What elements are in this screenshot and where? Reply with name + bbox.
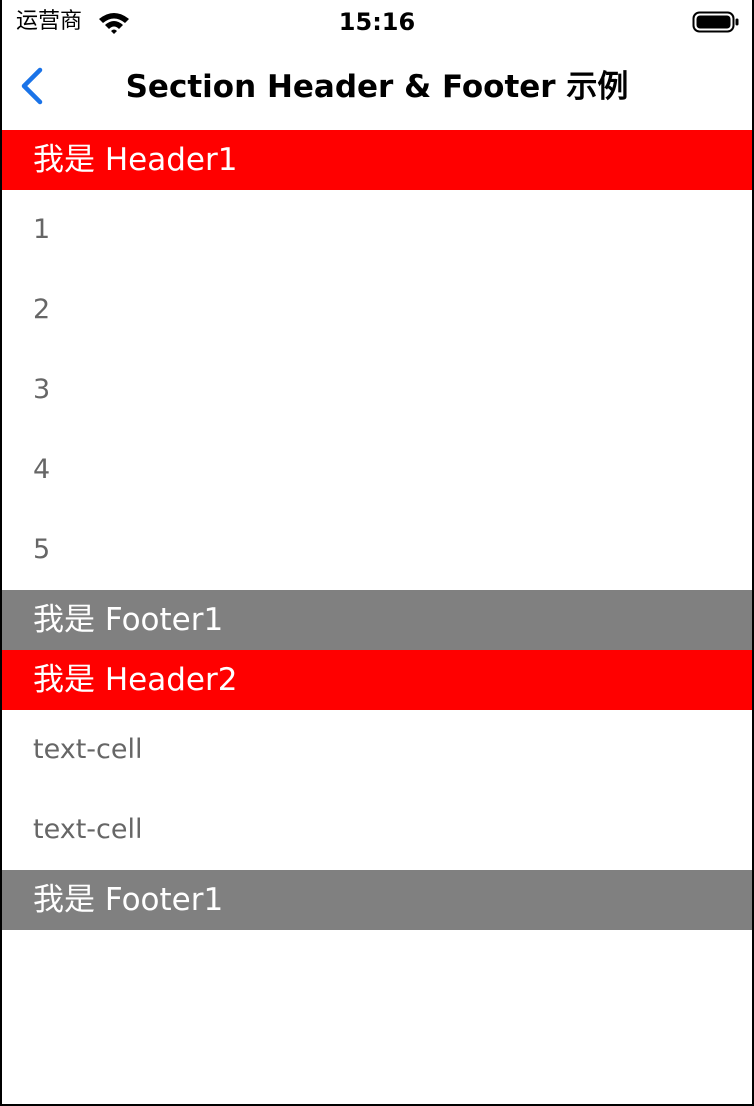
list-item[interactable]: 1 [2, 190, 752, 270]
section-header: 我是 Header2 [2, 650, 752, 710]
list-item[interactable]: 3 [2, 350, 752, 430]
app-screen: 运营商 15:16 Section Header & Footer 示例 我是 … [2, 0, 752, 1104]
page-title: Section Header & Footer 示例 [125, 69, 629, 105]
battery-icon [692, 10, 740, 34]
section-footer: 我是 Footer1 [2, 590, 752, 650]
navigation-bar: Section Header & Footer 示例 [2, 44, 752, 130]
list-item[interactable]: text-cell [2, 790, 752, 870]
list-item[interactable]: 2 [2, 270, 752, 350]
chevron-left-icon [16, 67, 56, 112]
status-bar: 运营商 15:16 [2, 0, 752, 44]
sectioned-list: 我是 Header1 1 2 3 4 5 我是 Footer1 我是 Heade… [2, 130, 752, 930]
section-footer: 我是 Footer1 [2, 870, 752, 930]
list-item[interactable]: text-cell [2, 710, 752, 790]
list-item[interactable]: 5 [2, 510, 752, 590]
section-header: 我是 Header1 [2, 130, 752, 190]
status-time: 15:16 [338, 8, 416, 36]
list-item[interactable]: 4 [2, 430, 752, 510]
back-button[interactable] [16, 64, 56, 108]
